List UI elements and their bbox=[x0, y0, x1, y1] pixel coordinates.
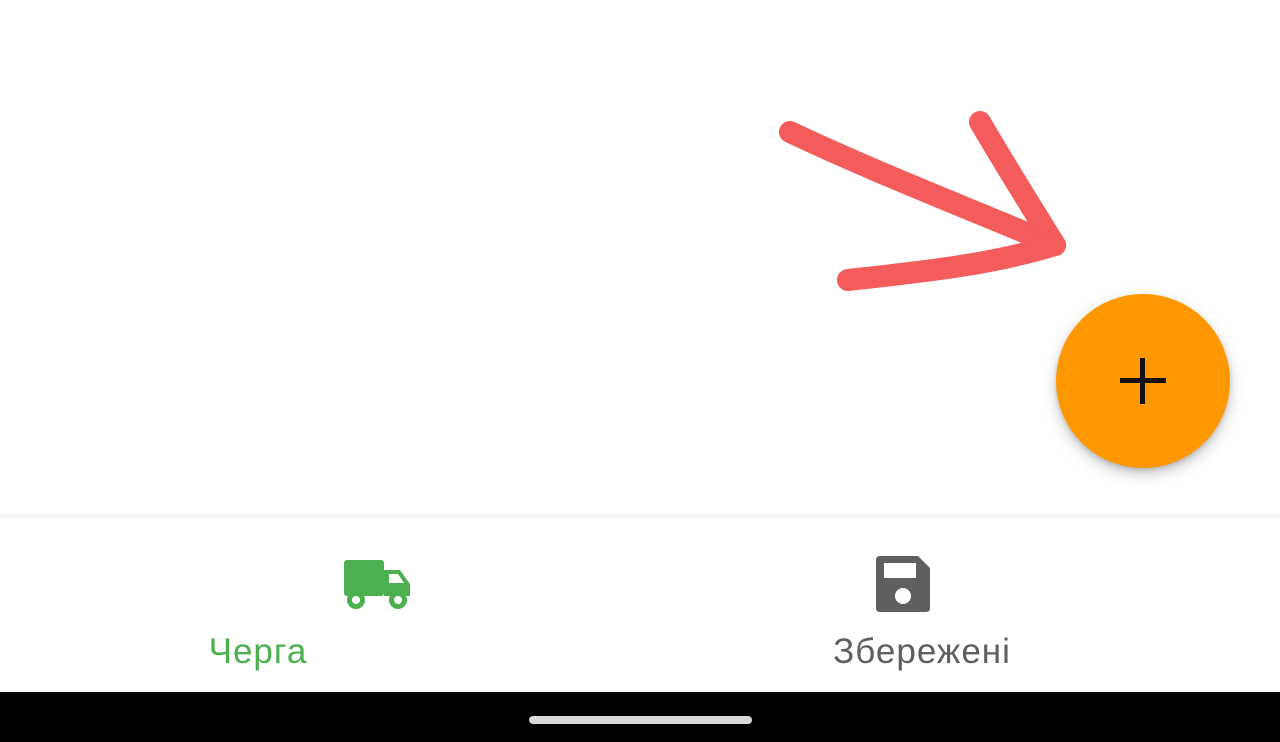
nav-item-saved[interactable]: Збережені bbox=[640, 518, 1280, 692]
home-indicator[interactable] bbox=[529, 716, 752, 724]
add-button[interactable] bbox=[1056, 294, 1230, 468]
bottom-navigation: Черга Збережені bbox=[0, 514, 1280, 692]
truck-icon bbox=[344, 560, 410, 609]
nav-item-label: Черга bbox=[208, 632, 308, 671]
app-screen: Черга Збережені bbox=[0, 0, 1280, 742]
save-icon bbox=[876, 556, 930, 612]
nav-item-label: Збережені bbox=[833, 632, 1011, 671]
system-navigation-bar bbox=[0, 692, 1280, 742]
nav-item-queue[interactable]: Черга bbox=[0, 518, 640, 692]
plus-icon bbox=[1120, 358, 1166, 404]
